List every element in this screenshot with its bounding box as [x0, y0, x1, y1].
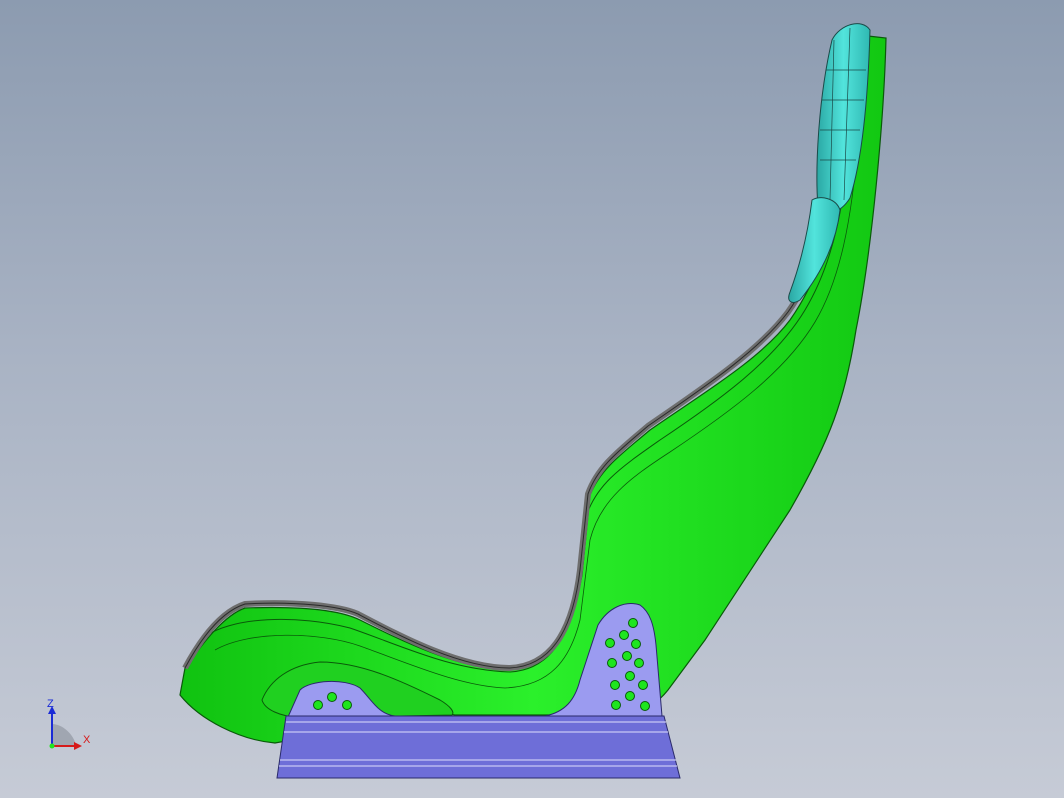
mount-hole	[631, 639, 641, 649]
seat-model[interactable]	[0, 0, 1064, 798]
mount-hole	[625, 671, 635, 681]
triad-origin	[49, 743, 55, 749]
mount-base-rail[interactable]	[276, 715, 681, 779]
orientation-triad[interactable]: Z X	[40, 698, 100, 758]
mount-hole	[611, 700, 621, 710]
mount-hole	[638, 680, 648, 690]
seat-shell-body[interactable]	[179, 35, 887, 744]
mount-hole	[640, 701, 650, 711]
mount-hole	[605, 638, 615, 648]
mount-hole	[625, 691, 635, 701]
mount-hole	[313, 700, 323, 710]
mount-hole	[619, 630, 629, 640]
mount-hole	[607, 658, 617, 668]
mount-hole	[622, 651, 632, 661]
axis-z-label: Z	[47, 698, 54, 710]
mount-hole	[342, 700, 352, 710]
graphics-viewport[interactable]: Z X	[0, 0, 1064, 798]
mount-hole	[610, 680, 620, 690]
mount-hole	[634, 658, 644, 668]
triad-plane-shade	[52, 724, 76, 746]
x-axis-arrowhead	[74, 742, 82, 750]
mount-hole	[327, 692, 337, 702]
mount-hole	[628, 618, 638, 628]
axis-x-label: X	[83, 734, 91, 746]
